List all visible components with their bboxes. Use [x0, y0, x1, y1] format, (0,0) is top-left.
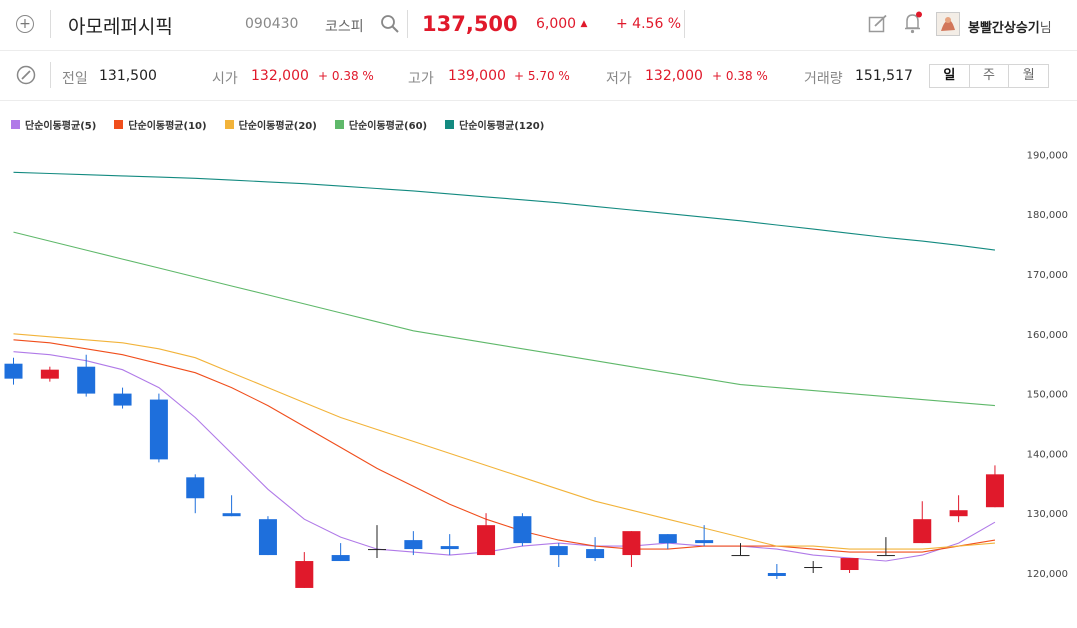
candle-body [622, 531, 641, 556]
divider [407, 10, 408, 38]
up-triangle-icon: ▲ [580, 19, 588, 29]
candle-body [804, 567, 823, 569]
candle-body [840, 558, 859, 571]
market-label: 코스피 [325, 19, 364, 35]
candle-body [549, 546, 568, 556]
candle-body [695, 540, 714, 544]
prev-close-label: 전일 [62, 71, 88, 87]
bell-icon[interactable] [903, 11, 923, 35]
candle-body [258, 519, 277, 556]
stock-name[interactable]: 아모레퍼시픽 [68, 12, 173, 39]
current-price: 137,500 [422, 12, 518, 36]
open-label: 시가 [212, 71, 238, 87]
edit-icon[interactable] [868, 14, 888, 34]
candlestick-chart[interactable]: 120,000 130,000 140,000 150,000 160,000 170,0… [0, 100, 1077, 628]
candle-body [4, 363, 23, 379]
candle-body [368, 549, 386, 551]
candle-body [913, 519, 932, 544]
ma-line [13, 171, 996, 251]
candle-body [77, 366, 96, 394]
user-name-text: 봉빨간상승기 [968, 21, 1040, 36]
ma-line [13, 231, 995, 407]
divider [684, 10, 685, 38]
price-summary-bar: 전일 131,500 시가 132,000 + 0.38 % 고가 139,00… [0, 51, 1077, 101]
user-name[interactable]: 봉빨간상승기님 [968, 17, 1052, 36]
y-tick-label: 190,000 [1027, 150, 1068, 161]
candle-body [222, 513, 241, 517]
candle-body [331, 555, 350, 562]
prev-close-value: 131,500 [99, 68, 157, 84]
tab-week[interactable]: 주 [970, 65, 1010, 87]
candle-body [40, 369, 59, 379]
add-stock-icon[interactable]: + [16, 15, 34, 33]
y-tick-label: 130,000 [1027, 509, 1068, 520]
candle-body [767, 573, 786, 576]
candle-body [186, 477, 205, 499]
high-value: 139,000 [448, 68, 506, 84]
price-change: 6,000 ▲ [536, 16, 587, 32]
volume-label: 거래량 [804, 71, 843, 87]
candle-body [513, 516, 532, 544]
open-value: 132,000 [251, 68, 309, 84]
high-label: 고가 [408, 71, 434, 87]
y-tick-label: 170,000 [1027, 270, 1068, 281]
candle-body [658, 534, 677, 544]
stock-code: 090430 [245, 16, 299, 32]
divider [50, 62, 51, 88]
candle-body [477, 525, 496, 556]
tab-month[interactable]: 월 [1009, 65, 1048, 87]
divider [50, 10, 51, 38]
user-suffix: 님 [1039, 21, 1052, 36]
high-pct: + 5.70 % [514, 69, 570, 83]
candle-body [404, 540, 423, 550]
tab-day[interactable]: 일 [930, 65, 970, 87]
open-pct: + 0.38 % [318, 69, 374, 83]
candle-body [731, 555, 750, 557]
volume-value: 151,517 [855, 68, 913, 84]
low-pct: + 0.38 % [712, 69, 768, 83]
search-icon[interactable] [380, 14, 400, 34]
y-tick-label: 120,000 [1027, 569, 1068, 580]
candle-body [149, 399, 168, 460]
y-tick-label: 160,000 [1027, 330, 1068, 341]
period-tabs: 일 주 월 [929, 64, 1049, 88]
avatar[interactable] [936, 12, 960, 36]
candle-body [985, 474, 1004, 508]
candle-body [949, 510, 968, 517]
avatar-image-icon [941, 17, 955, 31]
candle-body [113, 393, 132, 406]
price-change-pct: + 4.56 % [616, 16, 682, 32]
notification-dot [916, 11, 922, 18]
pencil-circle-icon[interactable] [16, 65, 36, 85]
candle-body [586, 549, 605, 559]
candle-body [876, 555, 895, 557]
candle-body [295, 561, 314, 588]
candle-body [440, 546, 459, 550]
y-tick-label: 150,000 [1027, 390, 1068, 401]
low-value: 132,000 [645, 68, 703, 84]
y-tick-label: 140,000 [1027, 449, 1068, 460]
low-label: 저가 [606, 71, 632, 87]
price-change-value: 6,000 [536, 16, 577, 32]
stock-header: + 아모레퍼시픽 090430 코스피 137,500 6,000 ▲ + 4.… [0, 0, 1077, 51]
y-tick-label: 180,000 [1027, 210, 1068, 221]
